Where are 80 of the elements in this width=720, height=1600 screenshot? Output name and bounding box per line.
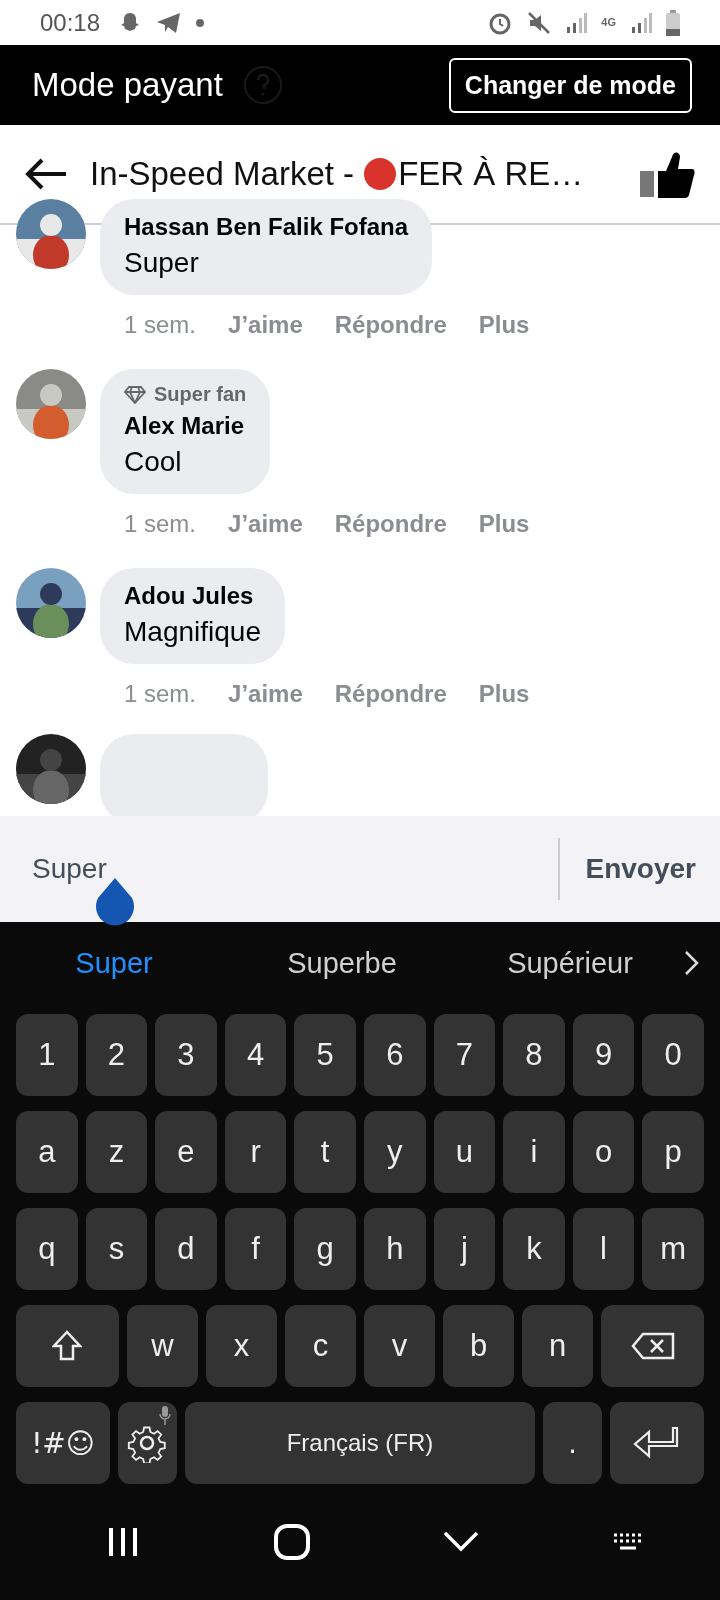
keyboard-key[interactable]: 7	[433, 1014, 496, 1096]
word-suggestion[interactable]: Supérieur	[456, 946, 684, 980]
page-title: FER À RE…	[398, 155, 584, 193]
keyboard-key[interactable]: n	[522, 1305, 594, 1387]
keyboard-key[interactable]: e	[155, 1111, 217, 1193]
keyboard-key[interactable]: 8	[503, 1014, 565, 1096]
diamond-icon	[124, 385, 146, 404]
keyboard-key[interactable]: x	[206, 1305, 277, 1387]
word-suggestion[interactable]: Superbe	[228, 946, 456, 980]
settings-key[interactable]	[118, 1402, 177, 1484]
fan-label: Super fan	[124, 383, 247, 406]
dot-icon	[196, 18, 205, 27]
period-key[interactable]: .	[543, 1402, 602, 1484]
circle-icon	[364, 158, 397, 190]
keyboard-key[interactable]: s	[85, 1208, 148, 1290]
enter-key[interactable]	[609, 1402, 704, 1484]
chevron-right-icon[interactable]	[684, 950, 700, 976]
signal-icon	[565, 11, 588, 34]
comment-text: Magnifique	[124, 616, 261, 648]
mode-title: Mode payant	[32, 66, 223, 104]
commenter-name[interactable]: Adou Jules	[124, 582, 261, 610]
keyboard-key[interactable]: t	[294, 1111, 356, 1193]
backspace-key[interactable]	[601, 1305, 705, 1387]
mute-icon	[527, 10, 552, 35]
enter-icon	[632, 1426, 681, 1460]
chevron-down-icon[interactable]	[443, 1531, 480, 1553]
keyboard-key[interactable]: 4	[224, 1014, 287, 1096]
keyboard-key[interactable]: l	[572, 1208, 635, 1290]
keyboard-key[interactable]: f	[224, 1208, 287, 1290]
keyboard-key[interactable]: o	[572, 1111, 635, 1193]
microphone-icon	[158, 1406, 171, 1426]
keyboard-key[interactable]: q	[16, 1208, 78, 1290]
keyboard-key[interactable]: i	[503, 1111, 565, 1193]
keyboard-key[interactable]: k	[503, 1208, 565, 1290]
keyboard-key[interactable]: 2	[85, 1014, 148, 1096]
keyboard-key[interactable]: y	[363, 1111, 426, 1193]
battery-icon	[666, 9, 680, 36]
status-time: 00:18	[40, 8, 101, 37]
symbols-key[interactable]: !#☺	[16, 1402, 111, 1484]
keyboard-key[interactable]: z	[85, 1111, 148, 1193]
keyboard-key[interactable]: v	[364, 1305, 436, 1387]
keyboard-key[interactable]: h	[363, 1208, 426, 1290]
comment-time: 1 sem.	[124, 311, 197, 339]
shift-key[interactable]	[16, 1305, 119, 1387]
keyboard-key[interactable]: 5	[294, 1014, 356, 1096]
change-mode-button[interactable]: Changer de mode	[448, 57, 692, 113]
commenter-name[interactable]: Alex Marie	[124, 412, 247, 440]
keyboard-key[interactable]: 6	[363, 1014, 426, 1096]
paper-plane-icon	[156, 11, 183, 34]
keyboard-key[interactable]: w	[126, 1305, 198, 1387]
back-icon[interactable]	[24, 157, 68, 191]
comment-text: Cool	[124, 446, 183, 478]
keyboard-key[interactable]: b	[443, 1305, 515, 1387]
keyboard-key[interactable]: 0	[642, 1014, 704, 1096]
keyboard-key[interactable]: 3	[155, 1014, 217, 1096]
comment-time: 1 sem.	[124, 510, 197, 538]
keyboard-key[interactable]: p	[642, 1111, 704, 1193]
keyboard-key[interactable]: g	[294, 1208, 356, 1290]
space-key[interactable]: Français (FR)	[184, 1402, 536, 1484]
comment-time: 1 sem.	[124, 680, 197, 708]
comment-text: Super	[124, 247, 200, 279]
commenter-name[interactable]: Hassan Ben Falik Fofana	[124, 213, 409, 241]
keyboard-key[interactable]: c	[285, 1305, 356, 1387]
keyboard-key[interactable]: 9	[572, 1014, 635, 1096]
send-button[interactable]: Envoyer	[557, 838, 720, 900]
page-title: In-Speed Market -	[90, 155, 355, 193]
keyboard-icon[interactable]	[611, 1532, 644, 1552]
home-icon[interactable]	[272, 1523, 311, 1561]
keyboard-key[interactable]: d	[155, 1208, 217, 1290]
backspace-icon	[630, 1332, 675, 1360]
keyboard-key[interactable]: m	[642, 1208, 704, 1290]
keyboard-key[interactable]: 1	[16, 1014, 78, 1096]
signal-icon	[630, 11, 652, 34]
keyboard-key[interactable]: u	[433, 1111, 496, 1193]
keyboard-key[interactable]: a	[16, 1111, 78, 1193]
network-type: 4G	[601, 17, 616, 28]
shift-icon	[52, 1330, 83, 1362]
keyboard-key[interactable]: r	[224, 1111, 287, 1193]
keyboard-key[interactable]: j	[433, 1208, 496, 1290]
word-suggestion[interactable]: Super	[0, 946, 228, 980]
